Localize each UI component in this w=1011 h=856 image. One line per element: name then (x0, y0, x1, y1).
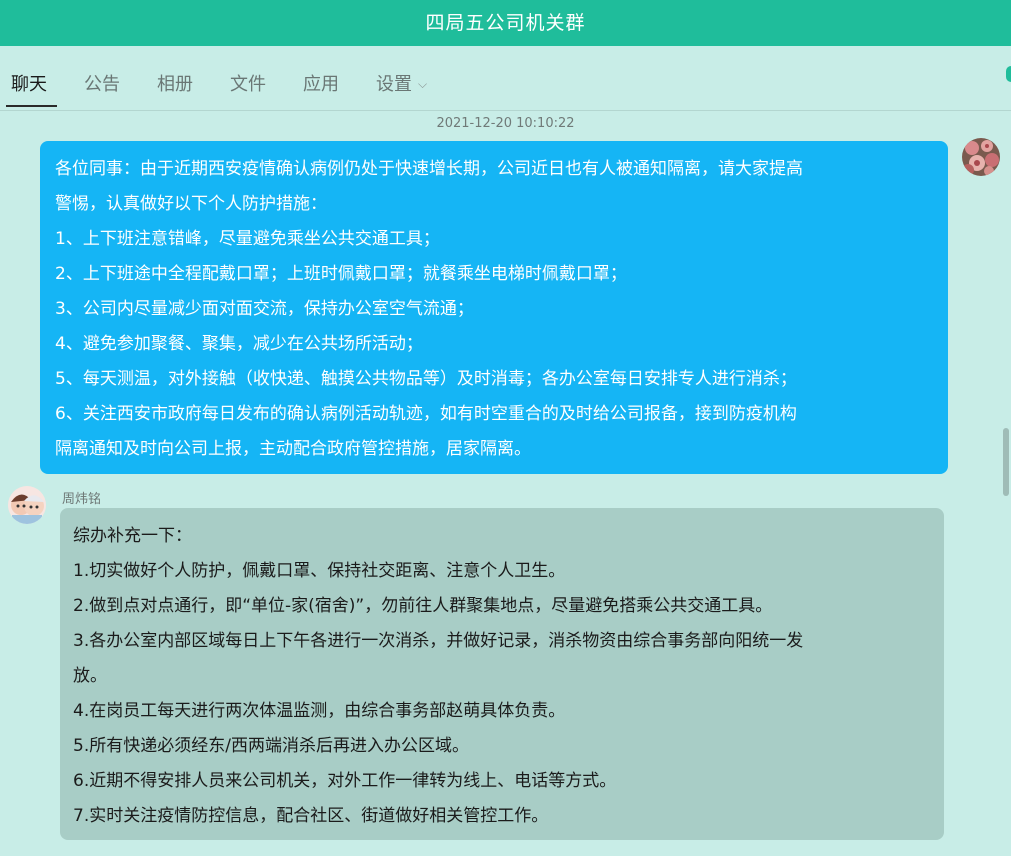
tab-bar: 聊天 公告 相册 文件 应用 设置 ⌵ (0, 46, 1011, 111)
side-panel-handle[interactable] (1006, 66, 1011, 82)
message-line: 2.做到点对点通行，即“单位-家(宿舍)”，勿前往人群聚集地点，尽量避免搭乘公共… (73, 596, 773, 616)
tab-album[interactable]: 相册 (157, 70, 193, 96)
message-bubble-other[interactable]: 综办补充一下： 1.切实做好个人防护，佩戴口罩、保持社交距离、注意个人卫生。 2… (60, 508, 944, 840)
tab-announcement[interactable]: 公告 (84, 70, 120, 96)
message-line: 5.所有快递必须经东/西两端消杀后再进入办公区域。 (73, 736, 469, 756)
chat-scrollbar[interactable] (1003, 428, 1009, 496)
message-line: 2、上下班途中全程配戴口罩；上班时佩戴口罩；就餐乘坐电梯时佩戴口罩； (55, 264, 627, 284)
active-tab-indicator (6, 105, 57, 107)
message-line: 1、上下班注意错峰，尽量避免乘坐公共交通工具； (55, 229, 440, 249)
message-line: 放。 (73, 666, 107, 686)
message-line: 6.近期不得安排人员来公司机关，对外工作一律转为线上、电话等方式。 (73, 771, 617, 791)
cartoon-couple-avatar-icon (8, 486, 46, 524)
avatar-sender[interactable] (8, 486, 46, 524)
avatar-self[interactable] (962, 138, 1000, 176)
message-line: 1.切实做好个人防护，佩戴口罩、保持社交距离、注意个人卫生。 (73, 561, 566, 581)
sender-name: 周炜铭 (62, 492, 102, 507)
message-line: 综办补充一下： (73, 526, 192, 546)
message-line: 6、关注西安市政府每日发布的确认病例活动轨迹，如有时空重合的及时给公司报备，接到… (55, 404, 797, 424)
flowers-avatar-icon (962, 138, 1000, 176)
message-line: 5、每天测温，对外接触（收快递、触摸公共物品等）及时消毒；各办公室每日安排专人进… (55, 369, 797, 389)
message-line: 4.在岗员工每天进行两次体温监测，由综合事务部赵萌具体负责。 (73, 701, 566, 721)
tab-files[interactable]: 文件 (230, 70, 266, 96)
message-line: 4、避免参加聚餐、聚集，减少在公共场所活动； (55, 334, 423, 354)
message-bubble-self[interactable]: 各位同事：由于近期西安疫情确认病例仍处于快速增长期，公司近日也有人被通知隔离，请… (40, 141, 948, 474)
message-line: 隔离通知及时向公司上报，主动配合政府管控措施，居家隔离。 (55, 439, 531, 459)
message-line: 3.各办公室内部区域每日上下午各进行一次消杀，并做好记录，消杀物资由综合事务部向… (73, 631, 804, 651)
message-line: 警惕，认真做好以下个人防护措施： (55, 194, 327, 214)
chevron-down-icon: ⌵ (418, 77, 428, 91)
message-line: 7.实时关注疫情防控信息，配合社区、街道做好相关管控工作。 (73, 806, 549, 826)
tab-chat[interactable]: 聊天 (11, 70, 47, 96)
tab-apps[interactable]: 应用 (303, 70, 339, 96)
message-timestamp: 2021-12-20 10:10:22 (436, 116, 575, 131)
tab-settings-label: 设置 (376, 74, 412, 95)
message-line: 3、公司内尽量减少面对面交流，保持办公室空气流通； (55, 299, 474, 319)
tab-settings[interactable]: 设置 ⌵ (376, 70, 427, 96)
message-line: 各位同事：由于近期西安疫情确认病例仍处于快速增长期，公司近日也有人被通知隔离，请… (55, 159, 803, 179)
window-title: 四局五公司机关群 (0, 0, 1011, 46)
